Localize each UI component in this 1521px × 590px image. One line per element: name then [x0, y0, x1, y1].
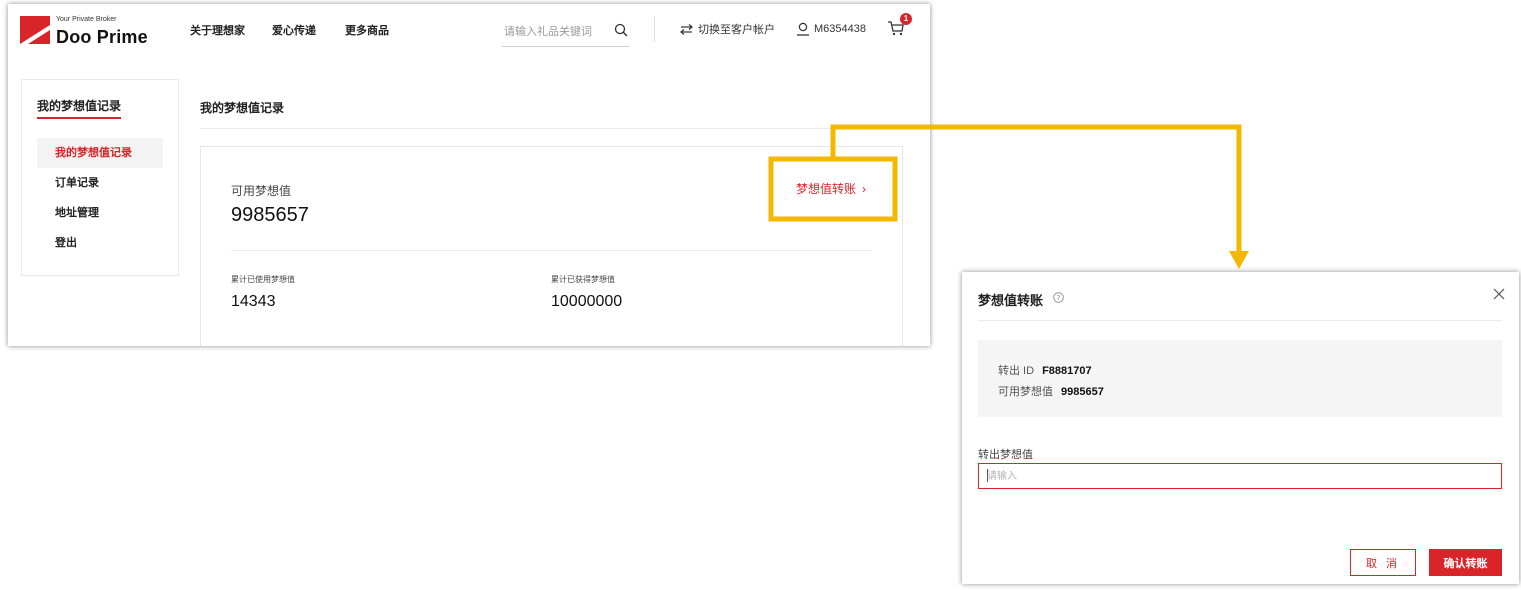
- svg-text:?: ?: [1057, 294, 1061, 302]
- transfer-info-panel: 转出 ID F8881707 可用梦想值 9985657: [978, 340, 1502, 417]
- connector-arrowhead: [1229, 251, 1249, 269]
- search-input[interactable]: 请输入礼品关键词: [504, 23, 592, 39]
- switch-account-button[interactable]: 切换至客户帐户: [680, 21, 775, 37]
- help-icon[interactable]: ?: [1053, 292, 1064, 303]
- cart-button[interactable]: 1: [886, 13, 912, 38]
- header-divider: [654, 16, 655, 42]
- modal-available-value: 9985657: [1061, 386, 1104, 398]
- modal-title: 梦想值转账: [978, 293, 1044, 308]
- top-header: Your Private Broker Doo Prime 关于理想家 爱心传递…: [8, 4, 930, 56]
- sidebar-item-order-records[interactable]: 订单记录: [37, 168, 163, 198]
- member-center-window: Your Private Broker Doo Prime 关于理想家 爱心传递…: [8, 4, 930, 346]
- doo-prime-logo-icon: [20, 16, 50, 44]
- user-icon: [797, 22, 809, 36]
- swap-icon: [680, 23, 693, 35]
- doo-prime-logo[interactable]: Your Private Broker Doo Prime: [20, 14, 148, 48]
- available-row: 可用梦想值 9985657: [998, 383, 1104, 399]
- nav-about[interactable]: 关于理想家: [190, 22, 245, 38]
- available-value-label: 可用梦想值: [231, 184, 292, 198]
- logo-name: Doo Prime: [56, 27, 148, 47]
- transfer-modal: 梦想值转账 ? 转出 ID F8881707 可用梦想值 9985657 转出梦想值…: [962, 272, 1519, 584]
- page-title-divider: [200, 128, 900, 129]
- card-divider: [231, 250, 872, 251]
- transfer-amount-label: 转出梦想值: [978, 449, 1033, 461]
- total-used-label: 累计已使用梦想值: [231, 275, 295, 284]
- dream-value-card: 可用梦想值 9985657 梦想值转账 › 累计已使用梦想值 14343 累计已获…: [200, 146, 903, 346]
- cart-count-badge: 1: [900, 13, 912, 25]
- sidebar-item-logout[interactable]: 登出: [37, 228, 163, 258]
- sidebar: 我的梦想值记录 我的梦想值记录 订单记录 地址管理 登出: [21, 79, 179, 276]
- total-earned-value: 10000000: [551, 293, 623, 310]
- sidebar-item-dream-value-records[interactable]: 我的梦想值记录: [37, 138, 163, 168]
- modal-divider: [978, 320, 1502, 321]
- search-bar[interactable]: 请输入礼品关键词: [502, 16, 630, 47]
- transfer-amount-input[interactable]: [978, 463, 1502, 489]
- switch-account-label: 切换至客户帐户: [698, 24, 775, 36]
- text-caret: [987, 469, 988, 482]
- search-icon[interactable]: [614, 23, 628, 37]
- transfer-id-row: 转出 ID F8881707: [998, 362, 1092, 378]
- sidebar-item-address-management[interactable]: 地址管理: [37, 198, 163, 228]
- user-id: M6354438: [814, 23, 866, 35]
- nav-more-products[interactable]: 更多商品: [345, 22, 389, 38]
- transfer-id-label: 转出 ID: [998, 365, 1035, 377]
- total-earned-label: 累计已获得梦想值: [551, 275, 615, 284]
- available-value: 9985657: [231, 204, 309, 226]
- close-icon[interactable]: [1493, 288, 1505, 300]
- sidebar-title: 我的梦想值记录: [37, 99, 122, 113]
- chevron-right-icon: ›: [862, 182, 867, 196]
- confirm-transfer-button[interactable]: 确认转账: [1429, 549, 1502, 576]
- transfer-link-label: 梦想值转账: [796, 182, 857, 196]
- user-account-button[interactable]: M6354438: [796, 21, 866, 37]
- modal-available-label: 可用梦想值: [998, 386, 1053, 398]
- logo-tagline: Your Private Broker: [56, 16, 117, 23]
- transfer-id-value: F8881707: [1042, 365, 1092, 377]
- total-used-value: 14343: [231, 293, 276, 310]
- nav-charity[interactable]: 爱心传递: [272, 22, 316, 38]
- sidebar-title-underline: [37, 117, 121, 119]
- transfer-link[interactable]: 梦想值转账 ›: [796, 180, 866, 197]
- page-title: 我的梦想值记录: [200, 101, 285, 115]
- cancel-button[interactable]: 取 消: [1350, 549, 1416, 576]
